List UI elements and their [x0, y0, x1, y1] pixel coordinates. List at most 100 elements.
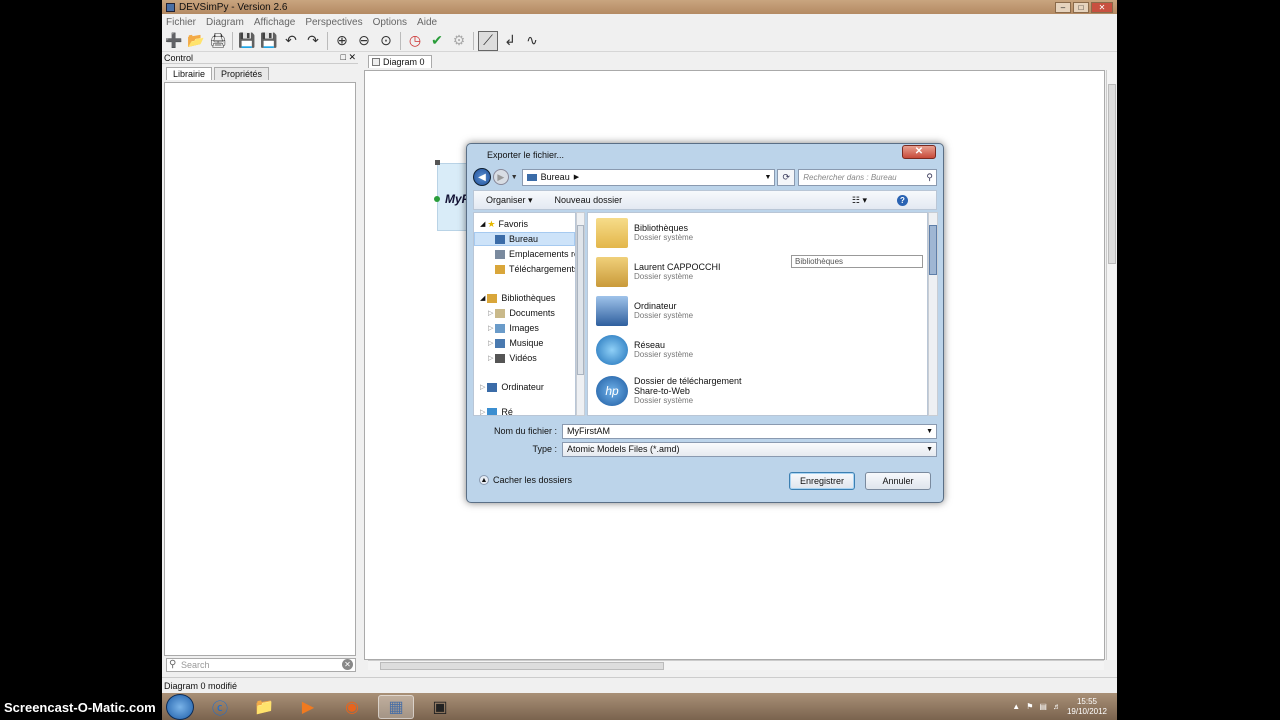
screencast-icon[interactable]: ▣ — [422, 695, 458, 719]
start-button[interactable] — [166, 693, 194, 720]
scrollbar-thumb[interactable] — [577, 225, 584, 375]
expand-arrow-icon[interactable]: ▷ — [488, 339, 493, 347]
zoom-in-icon[interactable]: ⊕ — [332, 31, 352, 51]
open-icon[interactable]: 📂 — [186, 31, 206, 51]
undo-icon[interactable]: ↶ — [281, 31, 301, 51]
forward-arrow-icon[interactable]: ▶ — [492, 169, 509, 185]
refresh-icon[interactable]: ⟳ — [777, 168, 796, 186]
firefox-icon[interactable]: ◉ — [334, 695, 370, 719]
minimize-button[interactable]: – — [1055, 1, 1071, 13]
tray-expand-icon[interactable]: ▲ — [1012, 702, 1020, 711]
menu-diagram[interactable]: Diagram — [206, 17, 244, 28]
clear-search-icon[interactable]: ✕ — [342, 659, 353, 670]
collapse-arrow-icon[interactable]: ◢ — [480, 220, 485, 228]
dialog-search-input[interactable]: Rechercher dans : Bureau ⚲ — [798, 168, 937, 186]
organize-button[interactable]: Organiser ▾ — [486, 195, 533, 206]
devsimpy-taskbar-icon[interactable]: ▦ — [378, 694, 414, 719]
nav-item-telechargements[interactable]: Téléchargements — [495, 262, 575, 276]
save-as-icon[interactable]: 💾 — [259, 31, 279, 51]
taskbar: ⓒ 📁 ▶ ◉ ▦ ▣ ▲ ⚑ ▤ ♬ 15:55 19/10/2012 — [162, 693, 1117, 720]
expand-arrow-icon[interactable]: ▷ — [488, 309, 493, 317]
new-icon[interactable]: ➕ — [164, 31, 184, 51]
nav-item-ordinateur[interactable]: ▷ Ordinateur — [480, 380, 544, 394]
volume-icon[interactable]: ♬ — [1053, 702, 1061, 711]
menu-options[interactable]: Options — [373, 17, 407, 28]
zoom-out-icon[interactable]: ⊖ — [354, 31, 374, 51]
internet-explorer-icon[interactable]: ⓒ — [202, 695, 238, 719]
timer-icon[interactable]: ◷ — [405, 31, 425, 51]
expand-arrow-icon[interactable]: ▷ — [480, 383, 485, 391]
file-list-scrollbar[interactable] — [928, 212, 938, 416]
nav-item-documents[interactable]: ▷ Documents — [488, 306, 555, 320]
file-item-share-to-web[interactable]: hp Dossier de téléchargement Share-to-We… — [596, 369, 742, 413]
file-item-bibliotheques[interactable]: Bibliothèques Dossier système — [596, 215, 693, 251]
elbow-line-icon[interactable]: ↲ — [500, 31, 520, 51]
back-arrow-icon[interactable]: ◀ — [473, 168, 491, 186]
navigation-scrollbar[interactable] — [576, 212, 585, 416]
scrollbar-thumb[interactable] — [929, 225, 937, 275]
cancel-button[interactable]: Annuler — [865, 472, 931, 490]
control-pane-buttons[interactable]: □ ✕ — [341, 52, 358, 63]
music-icon — [495, 338, 506, 348]
dialog-close-button[interactable]: ✕ — [902, 145, 936, 159]
network-icon[interactable]: ▤ — [1039, 702, 1047, 711]
tab-proprietes[interactable]: Propriétés — [214, 67, 270, 80]
collapse-arrow-icon[interactable]: ◢ — [480, 294, 485, 302]
block-resize-handle[interactable] — [435, 160, 440, 165]
input-port[interactable] — [434, 196, 440, 202]
library-tree[interactable] — [164, 82, 356, 656]
scrollbar-thumb[interactable] — [380, 662, 664, 670]
clock[interactable]: 15:55 19/10/2012 — [1067, 697, 1107, 717]
file-item-reseau[interactable]: Réseau Dossier système — [596, 332, 693, 368]
close-button[interactable]: ✕ — [1091, 1, 1113, 13]
filename-dropdown-icon[interactable]: ▼ — [926, 428, 933, 435]
filetype-dropdown-icon[interactable]: ▼ — [926, 446, 933, 453]
settings-icon[interactable]: ⚙ — [449, 31, 469, 51]
expand-arrow-icon[interactable]: ▷ — [480, 408, 485, 415]
hide-folders-toggle[interactable]: ▲ Cacher les dossiers — [479, 475, 572, 485]
print-icon[interactable]: 🖨 — [208, 31, 228, 51]
save-icon[interactable]: 💾 — [237, 31, 257, 51]
help-icon[interactable]: ? — [897, 194, 908, 206]
menu-affichage[interactable]: Affichage — [254, 17, 296, 28]
view-options-icon[interactable]: ☷ ▾ — [852, 195, 867, 206]
line-tool-icon[interactable]: ⟋ — [478, 30, 498, 51]
file-explorer-icon[interactable]: 📁 — [246, 695, 282, 719]
history-dropdown-icon[interactable]: ▼ — [511, 174, 518, 181]
menu-aide[interactable]: Aide — [417, 17, 437, 28]
nav-item-videos[interactable]: ▷ Vidéos — [488, 351, 537, 365]
expand-arrow-icon[interactable]: ▷ — [488, 324, 493, 332]
check-icon[interactable]: ✔ — [427, 31, 447, 51]
filename-field[interactable]: MyFirstAM ▼ — [562, 423, 937, 439]
library-search-input[interactable]: ⚲ Search ✕ — [166, 658, 356, 672]
scrollbar-thumb[interactable] — [1108, 84, 1116, 264]
new-folder-button[interactable]: Nouveau dossier — [555, 195, 623, 205]
save-button[interactable]: Enregistrer — [789, 472, 855, 490]
tab-librairie[interactable]: Librairie — [166, 67, 213, 80]
nav-item-bibliotheques[interactable]: ◢ Bibliothèques — [480, 291, 555, 305]
nav-item-bureau[interactable]: Bureau — [474, 232, 575, 246]
address-bar[interactable]: Bureau ▶ ▼ — [521, 168, 776, 186]
expand-arrow-icon[interactable]: ▷ — [488, 354, 493, 362]
canvas-horizontal-scrollbar[interactable] — [368, 660, 1104, 670]
action-center-icon[interactable]: ⚑ — [1026, 702, 1033, 711]
nav-item-images[interactable]: ▷ Images — [488, 321, 539, 335]
file-item-user[interactable]: Laurent CAPPOCCHI Dossier système — [596, 254, 721, 290]
maximize-button[interactable]: □ — [1073, 1, 1089, 13]
menu-fichier[interactable]: Fichier — [166, 17, 196, 28]
canvas-vertical-scrollbar[interactable] — [1106, 70, 1116, 660]
media-player-icon[interactable]: ▶ — [290, 695, 326, 719]
breadcrumb-arrow-icon[interactable]: ▶ — [574, 173, 579, 181]
nav-item-reseau[interactable]: ▷ Ré — [480, 405, 513, 415]
file-item-ordinateur[interactable]: Ordinateur Dossier système — [596, 293, 693, 329]
zoom-fit-icon[interactable]: ⊙ — [376, 31, 396, 51]
nav-item-favoris[interactable]: ◢ ★ Favoris — [480, 217, 528, 231]
address-dropdown-icon[interactable]: ▼ — [764, 174, 771, 181]
tab-diagram-0[interactable]: Diagram 0 — [368, 55, 432, 68]
filetype-select[interactable]: Atomic Models Files (*.amd) ▼ — [562, 441, 937, 457]
nav-item-emplacements[interactable]: Emplacements ré — [495, 247, 575, 261]
redo-icon[interactable]: ↷ — [303, 31, 323, 51]
nav-item-musique[interactable]: ▷ Musique — [488, 336, 543, 350]
curve-line-icon[interactable]: ∿ — [522, 31, 542, 51]
menu-perspectives[interactable]: Perspectives — [305, 17, 362, 28]
